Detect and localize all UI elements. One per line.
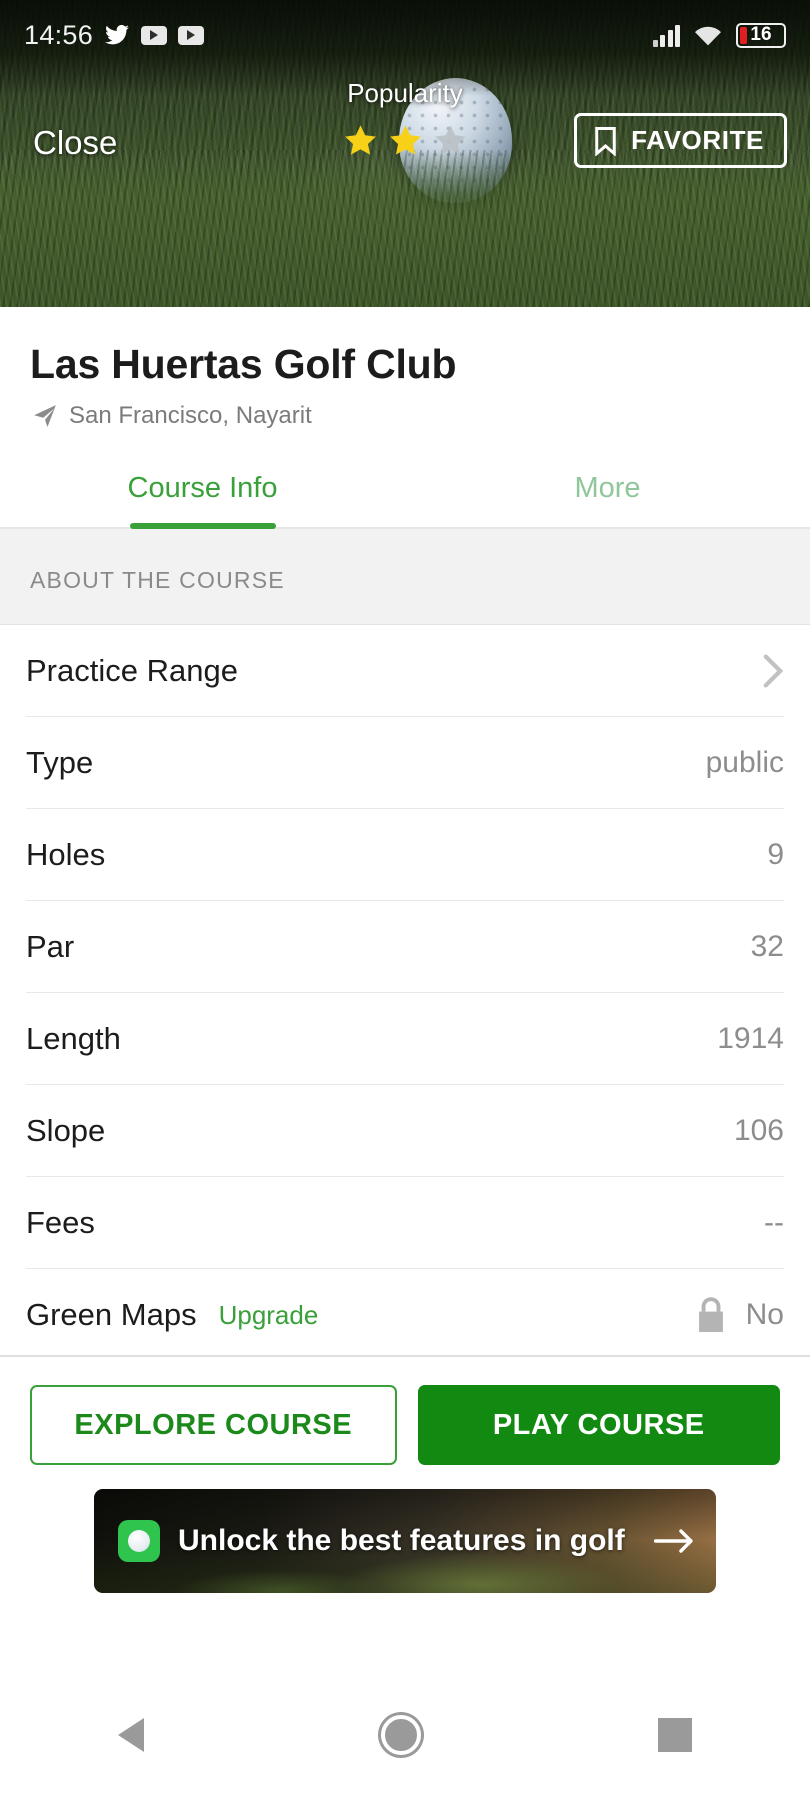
navigation-arrow-icon <box>34 405 56 427</box>
list-item-holes[interactable]: Holes 9 <box>26 809 784 901</box>
row-value: 32 <box>750 929 784 963</box>
star-empty-icon <box>434 125 466 155</box>
promo-banner[interactable]: Unlock the best features in golf <box>94 1489 716 1593</box>
row-left: Par <box>26 929 74 965</box>
row-left: Practice Range <box>26 653 238 689</box>
star-filled-icon <box>389 125 421 155</box>
row-value: public <box>705 745 784 779</box>
row-right <box>762 653 784 689</box>
app-screen: 14:56 16 Close Popularity FAVORITE Las H… <box>0 0 810 1800</box>
row-left: Green Maps Upgrade <box>26 1297 318 1333</box>
arrow-right-icon <box>654 1529 693 1553</box>
hero-header: 14:56 16 Close Popularity FAVORITE <box>0 0 810 307</box>
row-label: Par <box>26 928 75 964</box>
status-bar-left: 14:56 <box>24 19 205 51</box>
row-left: Slope <box>26 1113 105 1149</box>
home-circle-icon[interactable] <box>380 1715 421 1755</box>
list-item-par[interactable]: Par 32 <box>26 901 784 993</box>
row-value: 1914 <box>717 1021 784 1055</box>
list-item-type[interactable]: Type public <box>26 717 784 809</box>
tab-more[interactable]: More <box>405 460 810 527</box>
section-header-about-the-course: ABOUT THE COURSE <box>0 529 810 625</box>
row-left: Length <box>26 1021 121 1057</box>
tab-course-info[interactable]: Course Info <box>0 460 405 527</box>
row-right: No <box>694 1296 784 1334</box>
popularity-label: Popularity <box>347 78 463 108</box>
action-bar: EXPLORE COURSE PLAY COURSE <box>0 1355 810 1489</box>
promo-label: Unlock the best features in golf <box>178 1524 625 1557</box>
wifi-icon <box>695 26 721 46</box>
close-button[interactable]: Close <box>33 124 117 162</box>
youtube-icon <box>141 25 168 45</box>
youtube-icon <box>178 25 205 45</box>
row-label: Holes <box>26 836 106 872</box>
cellular-signal-icon <box>652 23 680 47</box>
play-course-button[interactable]: PLAY COURSE <box>417 1385 780 1465</box>
star-filled-icon <box>344 125 376 155</box>
favorite-button[interactable]: FAVORITE <box>574 113 787 168</box>
row-label: Green Maps <box>26 1297 197 1332</box>
page-title: Las Huertas Golf Club <box>30 341 457 387</box>
favorite-label: FAVORITE <box>631 125 764 155</box>
course-location-label: San Francisco, Nayarit <box>69 402 312 429</box>
list-item-practice-range[interactable]: Practice Range <box>26 625 784 717</box>
row-label: Length <box>26 1020 121 1056</box>
row-label: Fees <box>26 1204 95 1240</box>
lock-icon <box>698 1297 723 1332</box>
android-navigation-bar <box>0 1670 810 1800</box>
row-left: Type <box>26 745 93 781</box>
upgrade-link[interactable]: Upgrade <box>219 1300 319 1331</box>
hero-controls: Close Popularity FAVORITE <box>0 78 810 198</box>
list-item-fees[interactable]: Fees -- <box>26 1177 784 1269</box>
chevron-right-icon <box>763 653 784 688</box>
row-label: Type <box>26 744 94 780</box>
golf-ball-icon <box>118 1520 160 1562</box>
row-value: 9 <box>767 837 784 871</box>
row-value: No <box>745 1298 784 1331</box>
status-bar: 14:56 16 <box>0 0 810 70</box>
row-value: -- <box>764 1205 784 1239</box>
recents-square-icon[interactable] <box>657 1718 692 1752</box>
promo-banner-wrap: Unlock the best features in golf <box>0 1489 810 1593</box>
status-bar-clock: 14:56 <box>24 19 94 50</box>
list-item-green-maps[interactable]: Green Maps Upgrade No <box>26 1269 784 1361</box>
course-header: Las Huertas Golf Club San Francisco, Nay… <box>0 307 810 430</box>
battery-percent-label: 16 <box>750 24 772 45</box>
twitter-icon <box>105 24 129 45</box>
battery-icon: 16 <box>736 22 786 48</box>
course-info-list: Practice Range Type public Holes 9 Par 3… <box>0 625 810 1361</box>
row-label: Practice Range <box>26 652 238 688</box>
row-label: Slope <box>26 1112 106 1148</box>
tab-bar: Course Info More <box>0 460 810 529</box>
explore-course-button[interactable]: EXPLORE COURSE <box>30 1385 397 1465</box>
list-item-slope[interactable]: Slope 106 <box>26 1085 784 1177</box>
status-bar-right: 16 <box>652 22 786 48</box>
course-location: San Francisco, Nayarit <box>0 388 810 430</box>
promo-content: Unlock the best features in golf <box>94 1489 716 1593</box>
row-value: 106 <box>733 1113 784 1147</box>
list-item-length[interactable]: Length 1914 <box>26 993 784 1085</box>
bookmark-icon <box>595 126 616 156</box>
row-left: Holes <box>26 837 105 873</box>
row-left: Fees <box>26 1205 95 1241</box>
back-triangle-icon[interactable] <box>118 1718 145 1752</box>
